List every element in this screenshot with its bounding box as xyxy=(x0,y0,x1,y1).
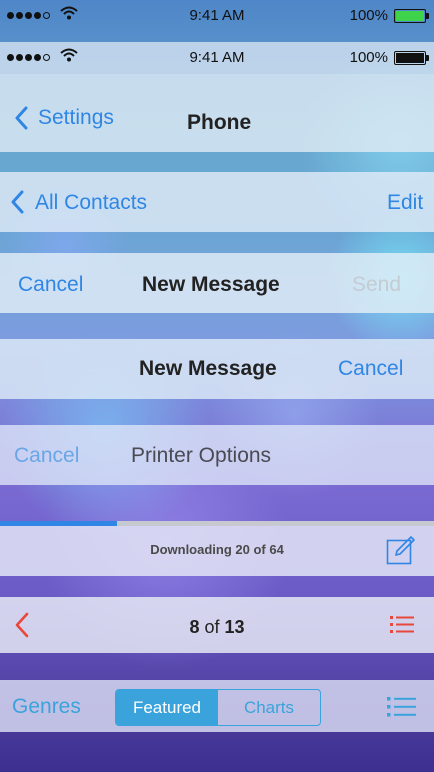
nav-bar-new-message: Cancel New Message Send xyxy=(0,253,434,313)
progress-fill xyxy=(0,521,118,526)
nav-title: New Message xyxy=(139,357,277,380)
pager-toolbar: 8 of 13 xyxy=(0,597,434,653)
download-toolbar: Downloading 20 of 64 xyxy=(0,521,434,576)
status-bar: 9:41 AM 100% xyxy=(0,0,434,32)
nav-bar-new-message-alt: New Message Cancel xyxy=(0,339,434,399)
chevron-left-icon xyxy=(15,106,28,130)
nav-title: Printer Options xyxy=(131,444,272,467)
cancel-button[interactable]: Cancel xyxy=(18,273,83,297)
battery-percentage: 100% xyxy=(349,49,388,66)
back-label: All Contacts xyxy=(35,191,148,214)
edit-button[interactable]: Edit xyxy=(387,191,423,215)
genres-button[interactable]: Genres xyxy=(12,695,81,719)
list-icon[interactable] xyxy=(387,696,416,718)
back-button-settings[interactable]: Settings xyxy=(10,104,130,134)
back-label: Settings xyxy=(38,106,114,129)
segment-charts[interactable]: Charts xyxy=(218,690,320,725)
total-pages: 13 xyxy=(224,617,245,637)
status-bar: 9:41 AM 100% xyxy=(0,42,434,74)
cancel-button[interactable]: Cancel xyxy=(14,444,79,468)
segmented-control: Featured Charts xyxy=(115,689,321,726)
battery-icon xyxy=(394,9,429,23)
segment-featured[interactable]: Featured xyxy=(116,690,218,725)
nav-bar-contacts: All Contacts Edit xyxy=(0,172,434,232)
battery-icon xyxy=(394,51,429,65)
of-label: of xyxy=(204,617,220,637)
send-button[interactable]: Send xyxy=(352,273,401,297)
nav-title: Phone xyxy=(187,111,252,134)
download-status: Downloading 20 of 64 xyxy=(150,542,284,557)
battery-percentage: 100% xyxy=(349,7,388,24)
back-button-all-contacts[interactable]: All Contacts xyxy=(6,188,166,218)
cancel-button[interactable]: Cancel xyxy=(338,357,403,381)
chevron-left-icon xyxy=(11,190,24,214)
list-icon[interactable] xyxy=(390,615,414,635)
progress-track xyxy=(0,521,434,526)
nav-title: New Message xyxy=(142,273,280,296)
page-indicator: 8 of 13 xyxy=(0,617,434,638)
current-page: 8 xyxy=(189,617,200,637)
compose-icon[interactable] xyxy=(386,535,416,565)
nav-bar-phone: Settings Phone xyxy=(0,74,434,152)
nav-bar-printer-options: Cancel Printer Options xyxy=(0,425,434,485)
